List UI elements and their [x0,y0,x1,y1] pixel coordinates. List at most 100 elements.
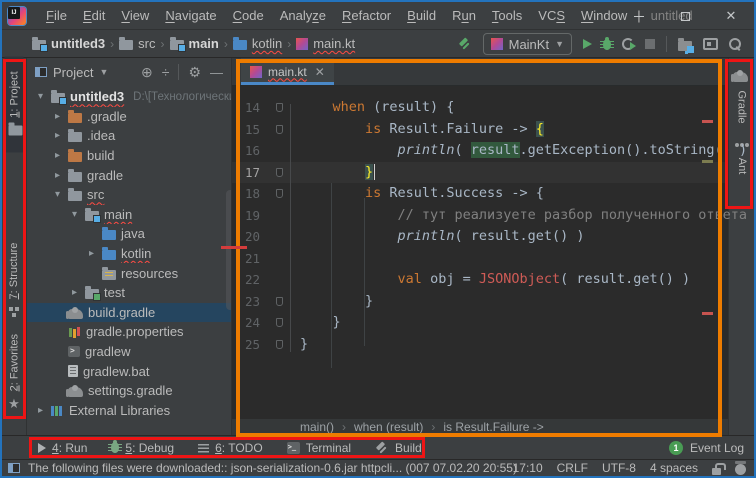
breadcrumb-item-main[interactable]: main [170,36,219,51]
project-structure-icon[interactable] [678,41,692,51]
collapsed-arrow-icon[interactable]: ▸ [52,170,63,181]
gear-icon[interactable]: ⚙ [188,65,201,79]
maximize-button[interactable] [662,2,708,30]
error-stripe-mark[interactable] [702,120,713,123]
expanded-arrow-icon[interactable]: ▾ [35,91,46,102]
tool-window-button-run[interactable]: 4: Run [38,441,87,455]
project-pane-title[interactable]: Project [53,65,93,80]
expanded-arrow-icon[interactable]: ▾ [52,189,63,200]
stripe-button-gradle[interactable]: Gradle [733,58,752,136]
code-line-23[interactable]: 23 } [232,291,728,313]
collapsed-arrow-icon[interactable]: ▸ [52,130,63,141]
editor-breadcrumb-item[interactable]: when (result) [354,420,423,434]
tool-window-button-terminal[interactable]: Terminal [287,441,351,455]
run-configuration-select[interactable]: MainKt ▼ [483,33,572,55]
tree-item-resources[interactable]: resources [27,263,232,283]
fold-marker-icon[interactable] [276,103,283,112]
menu-vcs[interactable]: VCS [530,4,573,27]
tree-item-.gradle[interactable]: ▸.gradle [27,107,232,127]
breadcrumb-item-untitled3[interactable]: untitled3 [32,36,105,51]
cursor-position[interactable]: 17:10 [513,461,543,475]
collapsed-arrow-icon[interactable]: ▸ [52,111,63,122]
menu-code[interactable]: Code [225,4,272,27]
stripe-button-favorites[interactable]: ★2: Favorites [5,320,24,424]
fold-marker-icon[interactable] [276,318,283,327]
menu-tools[interactable]: Tools [484,4,530,27]
indent-setting[interactable]: 4 spaces [650,461,698,475]
menu-refactor[interactable]: Refactor [334,4,399,27]
error-stripe-mark[interactable] [702,312,713,315]
code-line-14[interactable]: 14 when (result) { [232,97,728,119]
tree-item-test[interactable]: ▸test [27,283,232,303]
editor-breadcrumb-item[interactable]: main() [300,420,334,434]
tab-main-kt[interactable]: main.kt ✕ [241,58,334,85]
code-line-20[interactable]: 20 println( result.get() ) [232,226,728,248]
tree-item-src[interactable]: ▾src [27,185,232,205]
tool-window-button-todo[interactable]: 6: TODO [198,441,263,455]
build-project-icon[interactable] [458,37,472,51]
fold-marker-icon[interactable] [276,168,283,177]
collapse-all-icon[interactable]: ÷ [162,65,170,79]
minimize-button[interactable] [616,2,662,30]
menu-file[interactable]: File [38,4,75,27]
tree-item-gradlew.bat[interactable]: gradlew.bat [27,361,232,381]
menu-edit[interactable]: Edit [75,4,113,27]
editor-breadcrumb-item[interactable]: is Result.Failure -> [443,420,543,434]
code-line-19[interactable]: 19 // тут реализуете разбор полученного … [232,205,728,227]
code-line-21[interactable]: 21 [232,248,728,270]
tree-item-untitled3[interactable]: ▾untitled3D:\[Технологический [27,87,232,107]
tree-item-gradlew[interactable]: gradlew [27,342,232,362]
tree-item-build.gradle[interactable]: build.gradle [27,303,232,323]
code-line-16[interactable]: 16 println( result.getException().toStri… [232,140,728,162]
tree-item-kotlin[interactable]: ▸kotlin [27,244,232,264]
tree-item-main[interactable]: ▾main [27,205,232,225]
search-everywhere-icon[interactable] [729,38,742,51]
hide-panel-icon[interactable]: — [210,66,223,79]
breadcrumb-item-main.kt[interactable]: main.kt [296,36,355,51]
line-separator[interactable]: CRLF [557,461,588,475]
menu-build[interactable]: Build [399,4,444,27]
tool-window-switcher-icon[interactable] [8,463,20,473]
event-log-button[interactable]: 1 Event Log [669,436,744,460]
stop-button[interactable] [645,39,655,49]
tree-item-build[interactable]: ▸build [27,146,232,166]
status-message[interactable]: The following files were downloaded:: js… [28,461,517,475]
fold-marker-icon[interactable] [276,189,283,198]
inspections-hector-icon[interactable] [735,464,746,475]
code-line-15[interactable]: 15 is Result.Failure -> { [232,119,728,141]
tool-window-button-debug[interactable]: 5: Debug [111,441,174,455]
breadcrumb-item-src[interactable]: src [119,36,155,51]
collapsed-arrow-icon[interactable]: ▸ [35,405,46,416]
fold-marker-icon[interactable] [276,297,283,306]
collapsed-arrow-icon[interactable]: ▸ [69,287,80,298]
stripe-button-project[interactable]: 1: Project [5,57,24,153]
tree-item-gradle[interactable]: ▸gradle [27,165,232,185]
window-preview-icon[interactable] [703,38,718,50]
lock-icon[interactable] [712,468,721,475]
run-button[interactable] [583,39,592,49]
tree-item-gradle.properties[interactable]: gradle.properties [27,322,232,342]
collapsed-arrow-icon[interactable]: ▸ [52,150,63,161]
run-with-coverage-button[interactable] [622,38,634,50]
menu-run[interactable]: Run [444,4,484,27]
code-lines[interactable]: 14 when (result) {15 is Result.Failure -… [232,86,728,419]
code-line-17[interactable]: 17 } [232,162,728,184]
menu-navigate[interactable]: Navigate [157,4,224,27]
close-icon[interactable]: ✕ [315,65,325,79]
tool-window-button-build[interactable]: Build [375,441,422,455]
code-line-25[interactable]: 25} [232,334,728,356]
close-button[interactable]: ✕ [708,2,754,30]
menu-view[interactable]: View [113,4,157,27]
fold-marker-icon[interactable] [276,125,283,134]
tree-item-java[interactable]: java [27,224,232,244]
code-line-22[interactable]: 22 val obj = JSONObject( result.get() ) [232,269,728,291]
tree-item-settings.gradle[interactable]: settings.gradle [27,381,232,401]
breadcrumb-item-kotlin[interactable]: kotlin [233,36,282,51]
file-encoding[interactable]: UTF-8 [602,461,636,475]
stripe-button-structure[interactable]: 7: Structure [5,228,23,332]
tree-item-.idea[interactable]: ▸.idea [27,126,232,146]
expanded-arrow-icon[interactable]: ▾ [69,209,80,220]
warning-stripe-mark[interactable] [702,160,713,163]
collapsed-arrow-icon[interactable]: ▸ [86,248,97,259]
menu-analyze[interactable]: Analyze [272,4,334,27]
